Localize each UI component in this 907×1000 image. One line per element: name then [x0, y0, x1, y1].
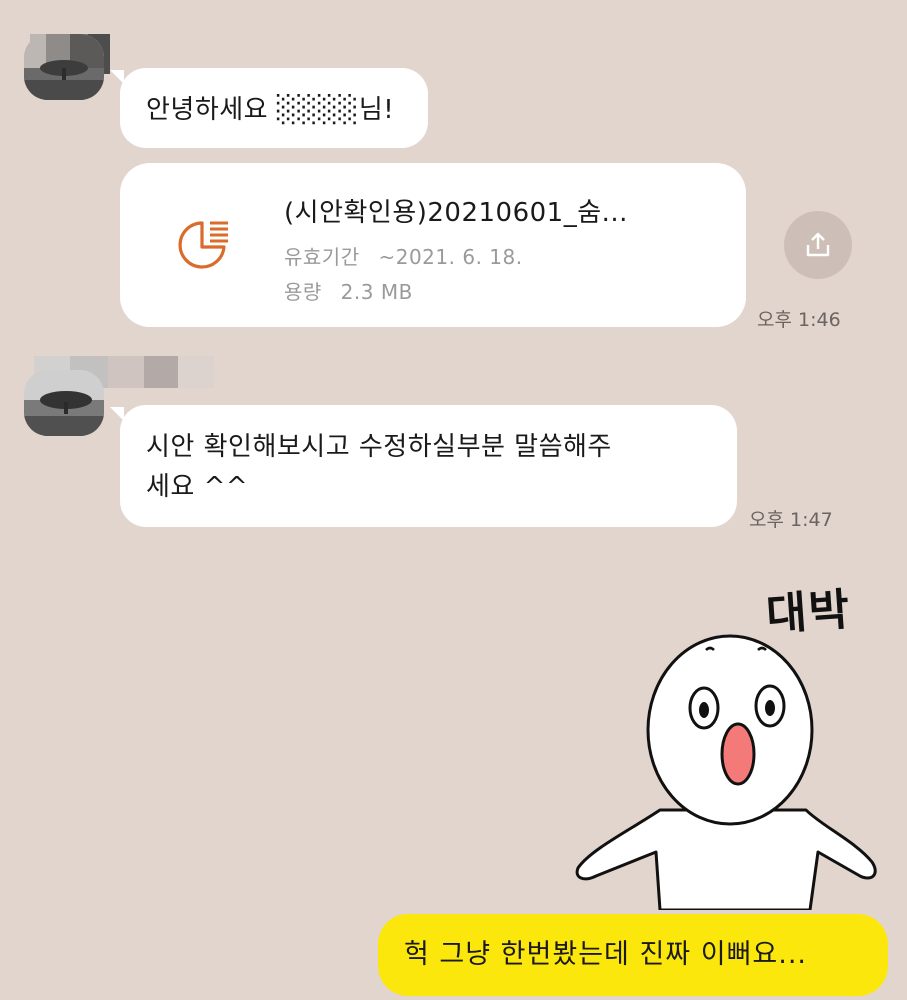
- message-timestamp: 오후 1:46: [757, 309, 841, 331]
- emoticon-sticker[interactable]: 대박: [560, 570, 880, 910]
- file-expiry-value: ~2021. 6. 18.: [378, 245, 523, 269]
- file-expiry-label: 유효기간: [284, 245, 360, 269]
- file-name: (시안확인용)20210601_숨...: [284, 198, 628, 228]
- file-message-card[interactable]: (시안확인용)20210601_숨... 유효기간 ~2021. 6. 18. …: [120, 163, 746, 327]
- outgoing-message-text: 헉 그냥 한번봤는데 진짜 이뻐요...: [404, 939, 807, 970]
- file-size-label: 용량: [284, 280, 322, 304]
- sender-avatar[interactable]: [24, 370, 104, 436]
- file-size-value: 2.3 MB: [340, 280, 413, 304]
- share-upload-icon: [806, 232, 830, 257]
- outgoing-message-bubble[interactable]: 헉 그냥 한번봤는데 진짜 이뻐요...: [378, 914, 888, 996]
- message-text-line: 세요 ^^: [146, 472, 249, 502]
- file-expiry: 유효기간 ~2021. 6. 18.: [284, 237, 523, 277]
- message-text-line: 시안 확인해보시고 수정하실부분 말씀해주: [146, 432, 612, 462]
- message-bubble[interactable]: 시안 확인해보시고 수정하실부분 말씀해주 세요 ^^: [120, 405, 737, 527]
- sender-avatar[interactable]: [24, 34, 104, 100]
- share-button[interactable]: [784, 211, 852, 279]
- message-bubble[interactable]: 안녕하세요 ░░░░님!: [120, 68, 428, 148]
- file-size: 용량 2.3 MB: [284, 272, 413, 312]
- surprised-character-icon: [575, 634, 877, 910]
- message-text: 안녕하세요 ░░░░님!: [146, 95, 395, 125]
- pie-chart-document-icon: [174, 213, 234, 273]
- message-timestamp: 오후 1:47: [749, 509, 833, 531]
